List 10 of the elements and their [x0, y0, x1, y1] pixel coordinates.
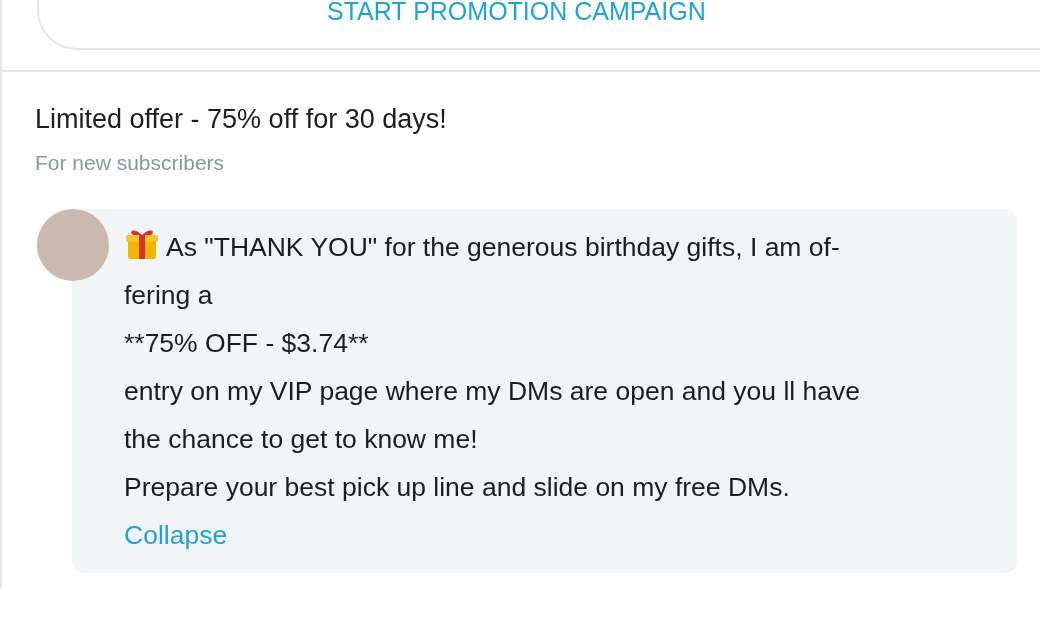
offer-title: Limited offer - 75% off for 30 days!: [35, 103, 448, 136]
start-campaign-button[interactable]: START PROMOTION CAMPAIGN: [37, 0, 1040, 50]
message-text: fering a: [124, 278, 214, 312]
message-text: entry on my VIP page where my DMs are open and you ll have: [124, 374, 861, 408]
message-text: Prepare your best pick up line and slide on my free DMs.: [124, 470, 791, 504]
message-text: the chance to get to know me!: [124, 422, 479, 456]
collapse-link[interactable]: Collapse: [124, 519, 228, 550]
message-text: As "THANK YOU" for the generous birthday gifts, I am of-: [166, 231, 840, 262]
offer-subtitle: For new subscribers: [35, 150, 226, 177]
message-text: **75% OFF - $3.74**: [124, 326, 370, 360]
